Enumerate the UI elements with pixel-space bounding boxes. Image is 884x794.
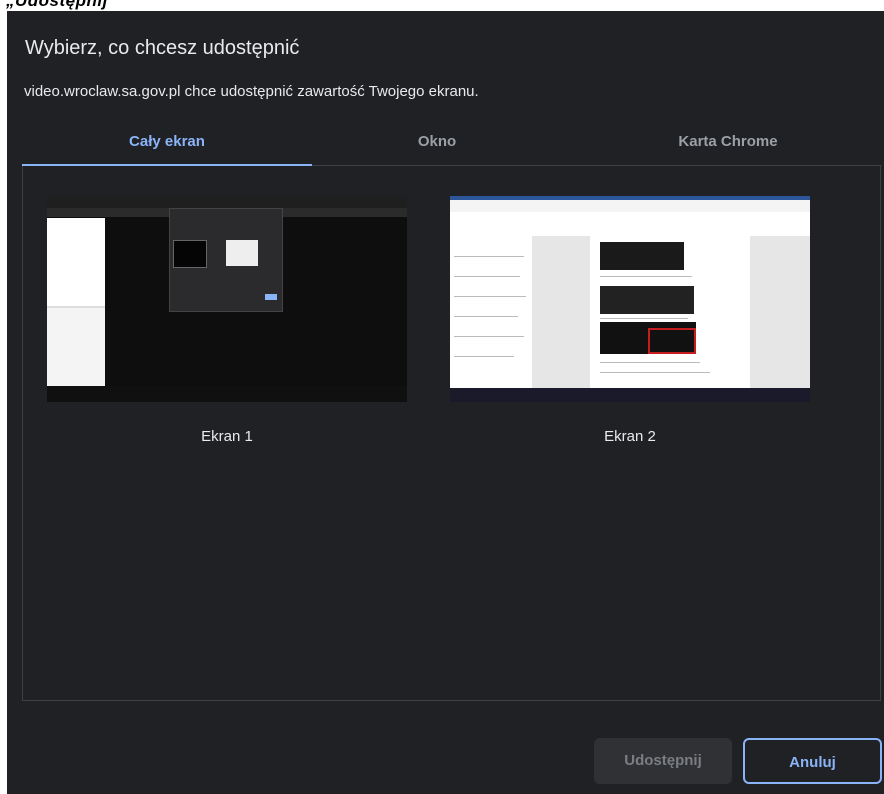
screen-1-thumbnail (47, 196, 407, 402)
source-label: Ekran 1 (201, 428, 253, 445)
cancel-button[interactable]: Anuluj (743, 738, 882, 784)
page-top-fragment: „Udostępnij (0, 0, 884, 11)
share-screen-dialog: Wybierz, co chcesz udostępnić video.wroc… (7, 11, 884, 794)
dialog-subtitle: video.wroclaw.sa.gov.pl chce udostępnić … (24, 83, 479, 100)
source-screen-2[interactable]: Ekran 2 (450, 196, 810, 456)
dialog-title: Wybierz, co chcesz udostępnić (25, 37, 300, 59)
source-label: Ekran 2 (604, 428, 656, 445)
source-tabs: Cały ekran Okno Karta Chrome (22, 129, 882, 166)
cut-off-text: „Udostępnij (6, 0, 108, 10)
tab-chrome-tab[interactable]: Karta Chrome (578, 129, 878, 165)
sources-panel: Ekran 1 Ekran 2 (22, 166, 881, 701)
tab-entire-screen[interactable]: Cały ekran (22, 129, 312, 166)
source-screen-1[interactable]: Ekran 1 (47, 196, 407, 456)
share-button[interactable]: Udostępnij (594, 738, 732, 784)
tab-window[interactable]: Okno (312, 129, 562, 165)
screen-2-thumbnail (450, 196, 810, 402)
